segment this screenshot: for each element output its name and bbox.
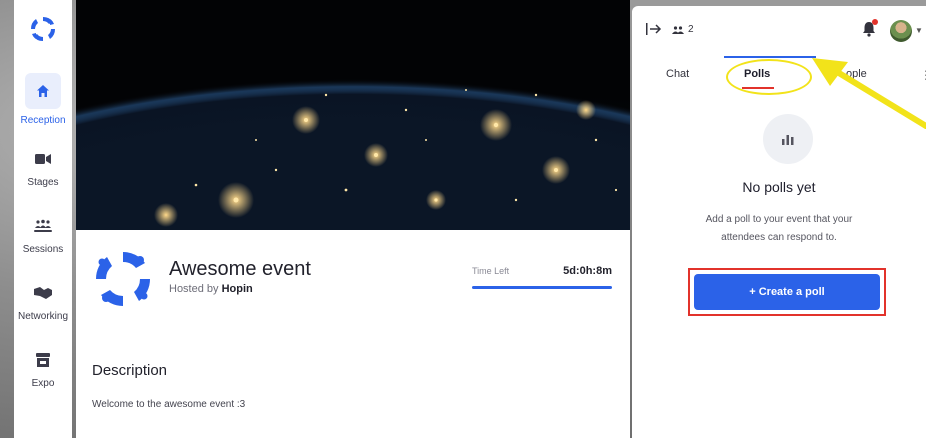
- sidebar-item-networking[interactable]: Networking: [14, 272, 72, 330]
- host-prefix: Hosted by: [169, 283, 219, 295]
- empty-state-title: No polls yet: [742, 179, 816, 195]
- event-host: Hosted by Hopin: [169, 283, 253, 295]
- sidebar-item-label: Sessions: [22, 243, 64, 255]
- annotation-arrow-icon: [812, 58, 926, 129]
- description-heading: Description: [92, 362, 168, 379]
- annotation-ellipse: [726, 59, 812, 95]
- collapse-panel-icon[interactable]: [646, 22, 662, 38]
- handshake-icon: [31, 281, 55, 305]
- timer-progress-bar: [472, 286, 612, 289]
- sidebar-item-reception[interactable]: Reception: [14, 70, 72, 128]
- empty-state-text: Add a poll to your event that your atten…: [705, 214, 853, 243]
- sidebar-item-label: Expo: [31, 377, 55, 389]
- timer-value: 5d:0h:8m: [563, 265, 612, 277]
- people-group-icon: [31, 214, 55, 238]
- chevron-down-icon[interactable]: ▼: [915, 26, 923, 35]
- sidebar-item-sessions[interactable]: Sessions: [14, 205, 72, 263]
- description-text: Welcome to the awesome event :3: [92, 399, 246, 410]
- sidebar-item-label: Stages: [27, 176, 59, 188]
- sidebar-item-expo[interactable]: Expo: [14, 339, 72, 397]
- sidebar-item-label: Networking: [17, 310, 69, 322]
- people-icon: [672, 25, 684, 34]
- left-sidebar: Reception Stages Sessions Networking Exp…: [14, 0, 72, 438]
- hopin-logo[interactable]: [14, 14, 72, 50]
- tab-chat[interactable]: Chat: [666, 68, 689, 80]
- hopin-logo-icon: [30, 16, 56, 42]
- sidebar-item-label: Reception: [20, 114, 66, 126]
- event-title: Awesome event: [169, 258, 311, 280]
- active-tab-indicator: [724, 56, 816, 58]
- hopin-logo-icon: [95, 251, 151, 307]
- video-camera-icon: [31, 147, 55, 171]
- attendee-count-value: 2: [688, 24, 694, 35]
- bar-chart-icon: [763, 114, 813, 164]
- create-poll-button[interactable]: + Create a poll: [694, 274, 880, 310]
- event-logo: [92, 248, 154, 310]
- reception-main: Awesome event Hosted by Hopin Time Left …: [76, 0, 630, 438]
- notification-badge: [872, 19, 878, 25]
- user-avatar[interactable]: [890, 20, 912, 42]
- home-icon: [25, 72, 61, 109]
- host-name[interactable]: Hopin: [222, 283, 253, 295]
- earth-night-lights-image: [76, 0, 630, 230]
- event-banner-image: [76, 0, 630, 230]
- attendee-count[interactable]: 2: [672, 24, 694, 35]
- sidebar-item-stages[interactable]: Stages: [14, 138, 72, 196]
- timer-label: Time Left: [472, 266, 510, 276]
- panel-header: 2 ▼: [632, 6, 926, 54]
- booth-icon: [31, 348, 55, 372]
